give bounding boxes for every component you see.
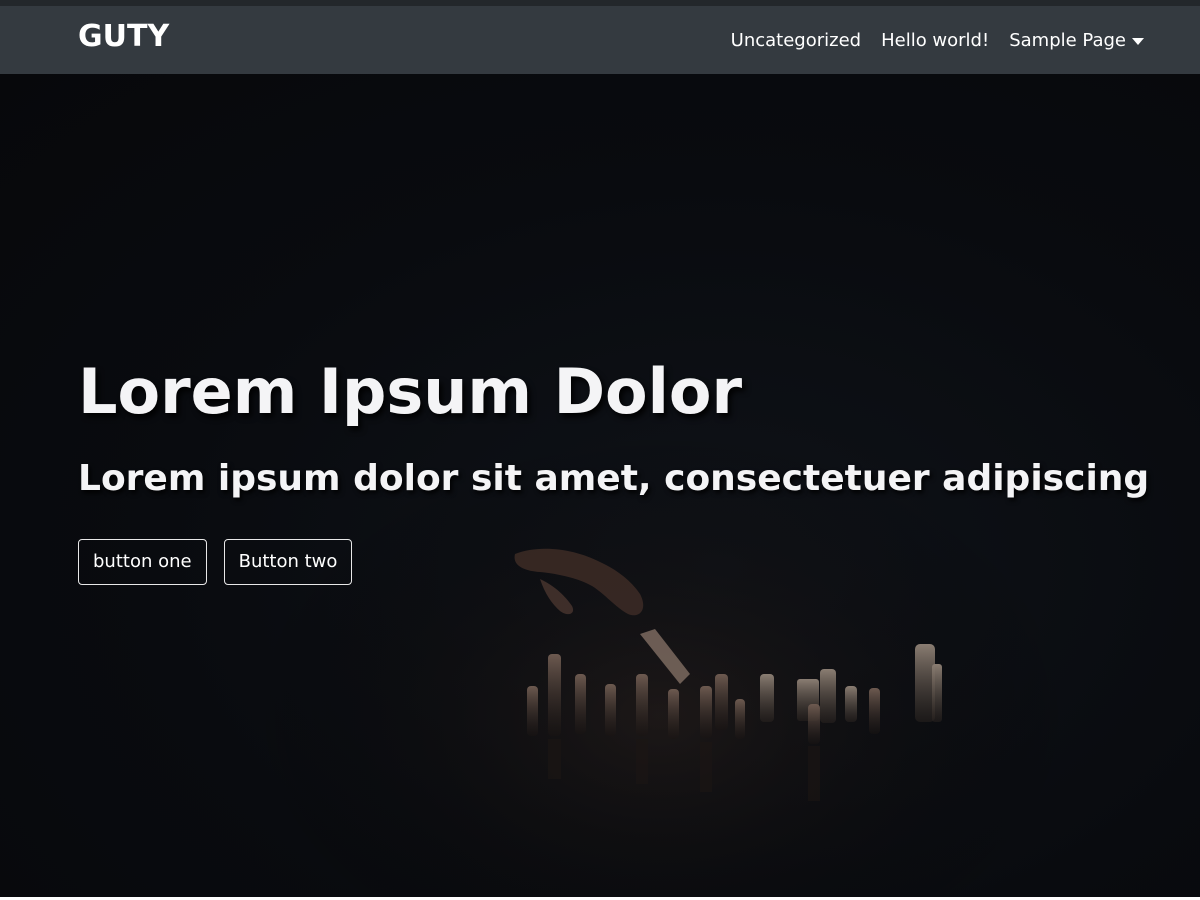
nav-link-sample-page[interactable]: Sample Page bbox=[1009, 28, 1144, 54]
nav-link-hello-world[interactable]: Hello world! bbox=[881, 28, 989, 54]
hero-buttons: button one Button two bbox=[78, 539, 353, 585]
hero-subtitle: Lorem ipsum dolor sit amet, consectetuer… bbox=[78, 458, 1150, 499]
caret-down-icon bbox=[1132, 37, 1144, 45]
nav-link-uncategorized[interactable]: Uncategorized bbox=[731, 28, 861, 54]
hero-section: Lorem Ipsum Dolor Lorem ipsum dolor sit … bbox=[0, 74, 1200, 897]
button-one[interactable]: button one bbox=[78, 539, 207, 585]
nav-menu: Uncategorized Hello world! Sample Page bbox=[731, 28, 1144, 54]
button-two[interactable]: Button two bbox=[223, 539, 353, 585]
site-brand[interactable]: GUTY bbox=[78, 18, 169, 56]
navbar: GUTY Uncategorized Hello world! Sample P… bbox=[0, 6, 1200, 74]
hero-title: Lorem Ipsum Dolor bbox=[78, 355, 743, 428]
nav-link-sample-page-label: Sample Page bbox=[1009, 30, 1126, 51]
